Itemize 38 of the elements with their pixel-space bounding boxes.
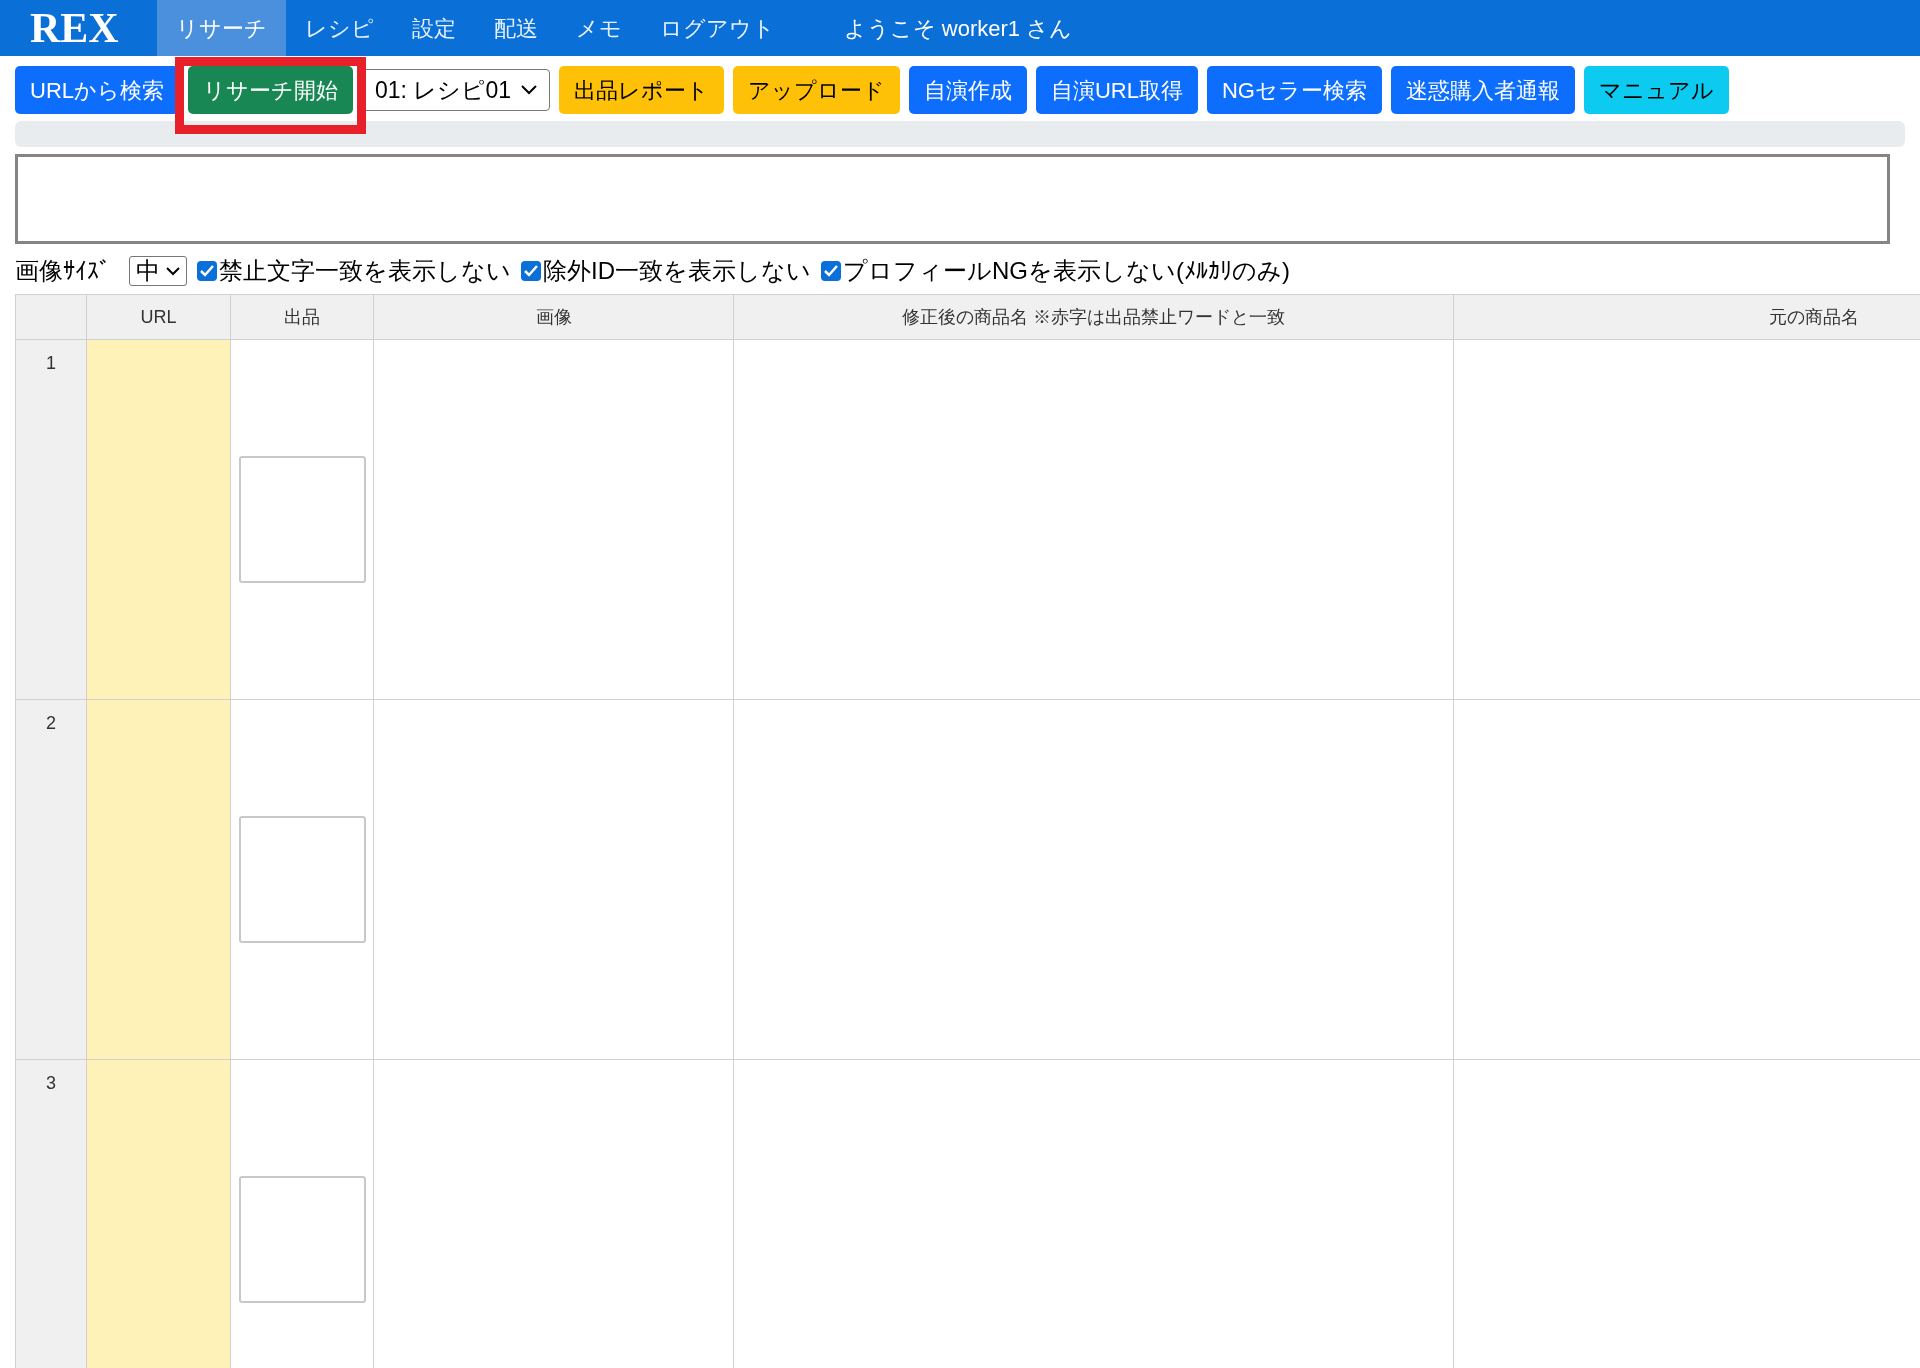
toolbar-button[interactable]: 迷惑購入者通報	[1391, 66, 1575, 114]
nav-link[interactable]: 配送	[474, 0, 557, 56]
toolbar-button[interactable]: 出品レポート	[558, 66, 724, 114]
header-cell: URL	[87, 295, 231, 339]
header-cell: 元の商品名	[1454, 295, 1920, 339]
check-icon	[824, 265, 838, 277]
toolbar-button[interactable]: マニュアル	[1584, 66, 1729, 114]
checkbox[interactable]	[821, 261, 841, 281]
checkbox-label: 禁止文字一致を表示しない	[219, 256, 511, 286]
check-icon	[200, 265, 214, 277]
chevron-down-icon	[166, 266, 180, 276]
nav-link[interactable]: メモ	[556, 0, 641, 56]
check-icon	[524, 265, 538, 277]
row-number-cell: 2	[15, 700, 87, 1059]
toolbar-button[interactable]: 自演作成	[908, 66, 1027, 114]
image-size-label: 画像ｻｲｽﾞ	[15, 256, 111, 286]
toolbar-button[interactable]: リサーチ開始	[188, 66, 353, 114]
brand-logo[interactable]: REX	[0, 0, 149, 56]
header-cell: 出品	[231, 295, 374, 339]
header-cell: 画像	[374, 295, 734, 339]
text-area[interactable]	[15, 154, 1890, 244]
checkbox-label: 除外ID一致を表示しない	[543, 256, 811, 286]
nav-link[interactable]: レシピ	[285, 0, 393, 56]
checkbox[interactable]	[197, 261, 217, 281]
toolbar-button[interactable]: NGセラー検索	[1207, 66, 1382, 114]
toolbar-button[interactable]: アップロード	[732, 66, 900, 114]
nav-link[interactable]: リサーチ	[156, 0, 286, 56]
row-number-cell: 1	[15, 340, 87, 699]
checkbox[interactable]	[521, 261, 541, 281]
chevron-down-icon	[520, 85, 537, 95]
toolbar-button[interactable]: 自演URL取得	[1035, 66, 1198, 114]
nav-link[interactable]: 設定	[392, 0, 475, 56]
header-cell: 修正後の商品名 ※赤字は出品禁止ワードと一致	[734, 295, 1454, 339]
row-number-cell: 3	[15, 1060, 87, 1368]
welcome-text: ようこそ worker1 さん	[843, 14, 1073, 43]
image-size-select[interactable]: 中	[129, 256, 187, 286]
nav-link[interactable]: ログアウト	[640, 0, 794, 56]
checkbox-label: プロフィールNGを表示しない(ﾒﾙｶﾘのみ)	[843, 256, 1290, 286]
